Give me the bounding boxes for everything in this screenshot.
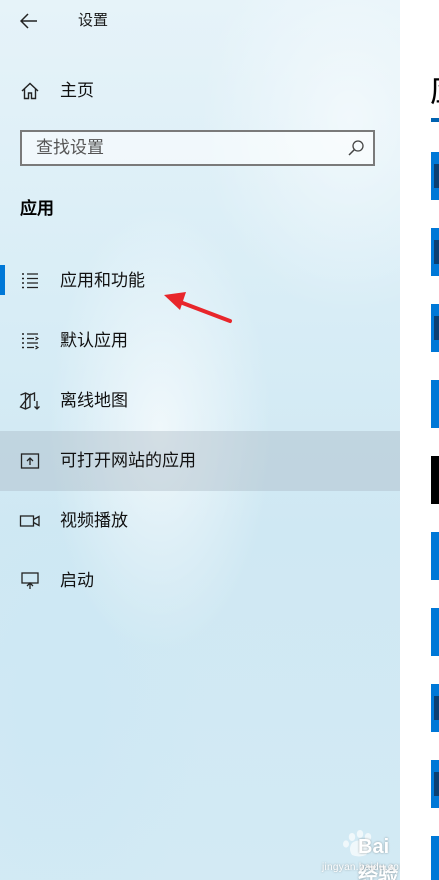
section-title: 应用 [20,199,54,219]
window-title: 设置 [78,11,109,29]
annotation-arrow [164,292,232,323]
nav-item-label: 视频播放 [60,511,128,531]
settings-sidebar: 设置 主页 应用 [0,0,400,880]
watermark-text: Bai 经验 [358,836,398,880]
search-box[interactable] [20,130,375,166]
settings-content: 应 [400,0,439,880]
list-icon [19,270,41,292]
arrow-left-icon [20,13,37,29]
home-icon [19,80,41,102]
app-tile[interactable] [431,608,439,656]
app-tile[interactable] [431,380,439,428]
nav-item-label: 应用和功能 [60,271,145,291]
map-download-icon [19,390,41,412]
nav-item-label: 离线地图 [60,391,128,411]
app-tile[interactable] [431,760,439,808]
app-tile[interactable] [431,456,439,504]
nav-item-label: 默认应用 [60,331,128,351]
list-default-icon [19,330,41,352]
nav-home[interactable]: 主页 [0,66,400,116]
startup-icon [19,570,41,592]
video-icon [19,510,41,532]
nav-home-label: 主页 [60,81,94,101]
settings-window: 设置 主页 应用 [0,0,439,880]
watermark-url: jingyan.baidu.com [322,862,400,873]
app-tile[interactable] [431,304,439,352]
app-tile[interactable] [431,532,439,580]
app-tile[interactable] [431,836,439,880]
nav-item-label: 启动 [60,571,94,591]
app-tile[interactable] [431,152,439,200]
search-icon[interactable] [347,139,365,157]
app-tile[interactable] [431,228,439,276]
open-in-app-icon [19,450,41,472]
back-button[interactable] [14,6,44,36]
search-input[interactable] [22,133,336,163]
nav-item-label: 可打开网站的应用 [60,451,196,471]
nav-item-offline-maps[interactable]: 离线地图 [0,371,400,431]
app-tile[interactable] [431,684,439,732]
content-title: 应 [430,70,439,110]
nav-item-apps-for-websites[interactable]: 可打开网站的应用 [0,431,400,491]
nav-item-video-playback[interactable]: 视频播放 [0,491,400,551]
content-underline [431,118,439,122]
nav-item-startup[interactable]: 启动 [0,551,400,611]
